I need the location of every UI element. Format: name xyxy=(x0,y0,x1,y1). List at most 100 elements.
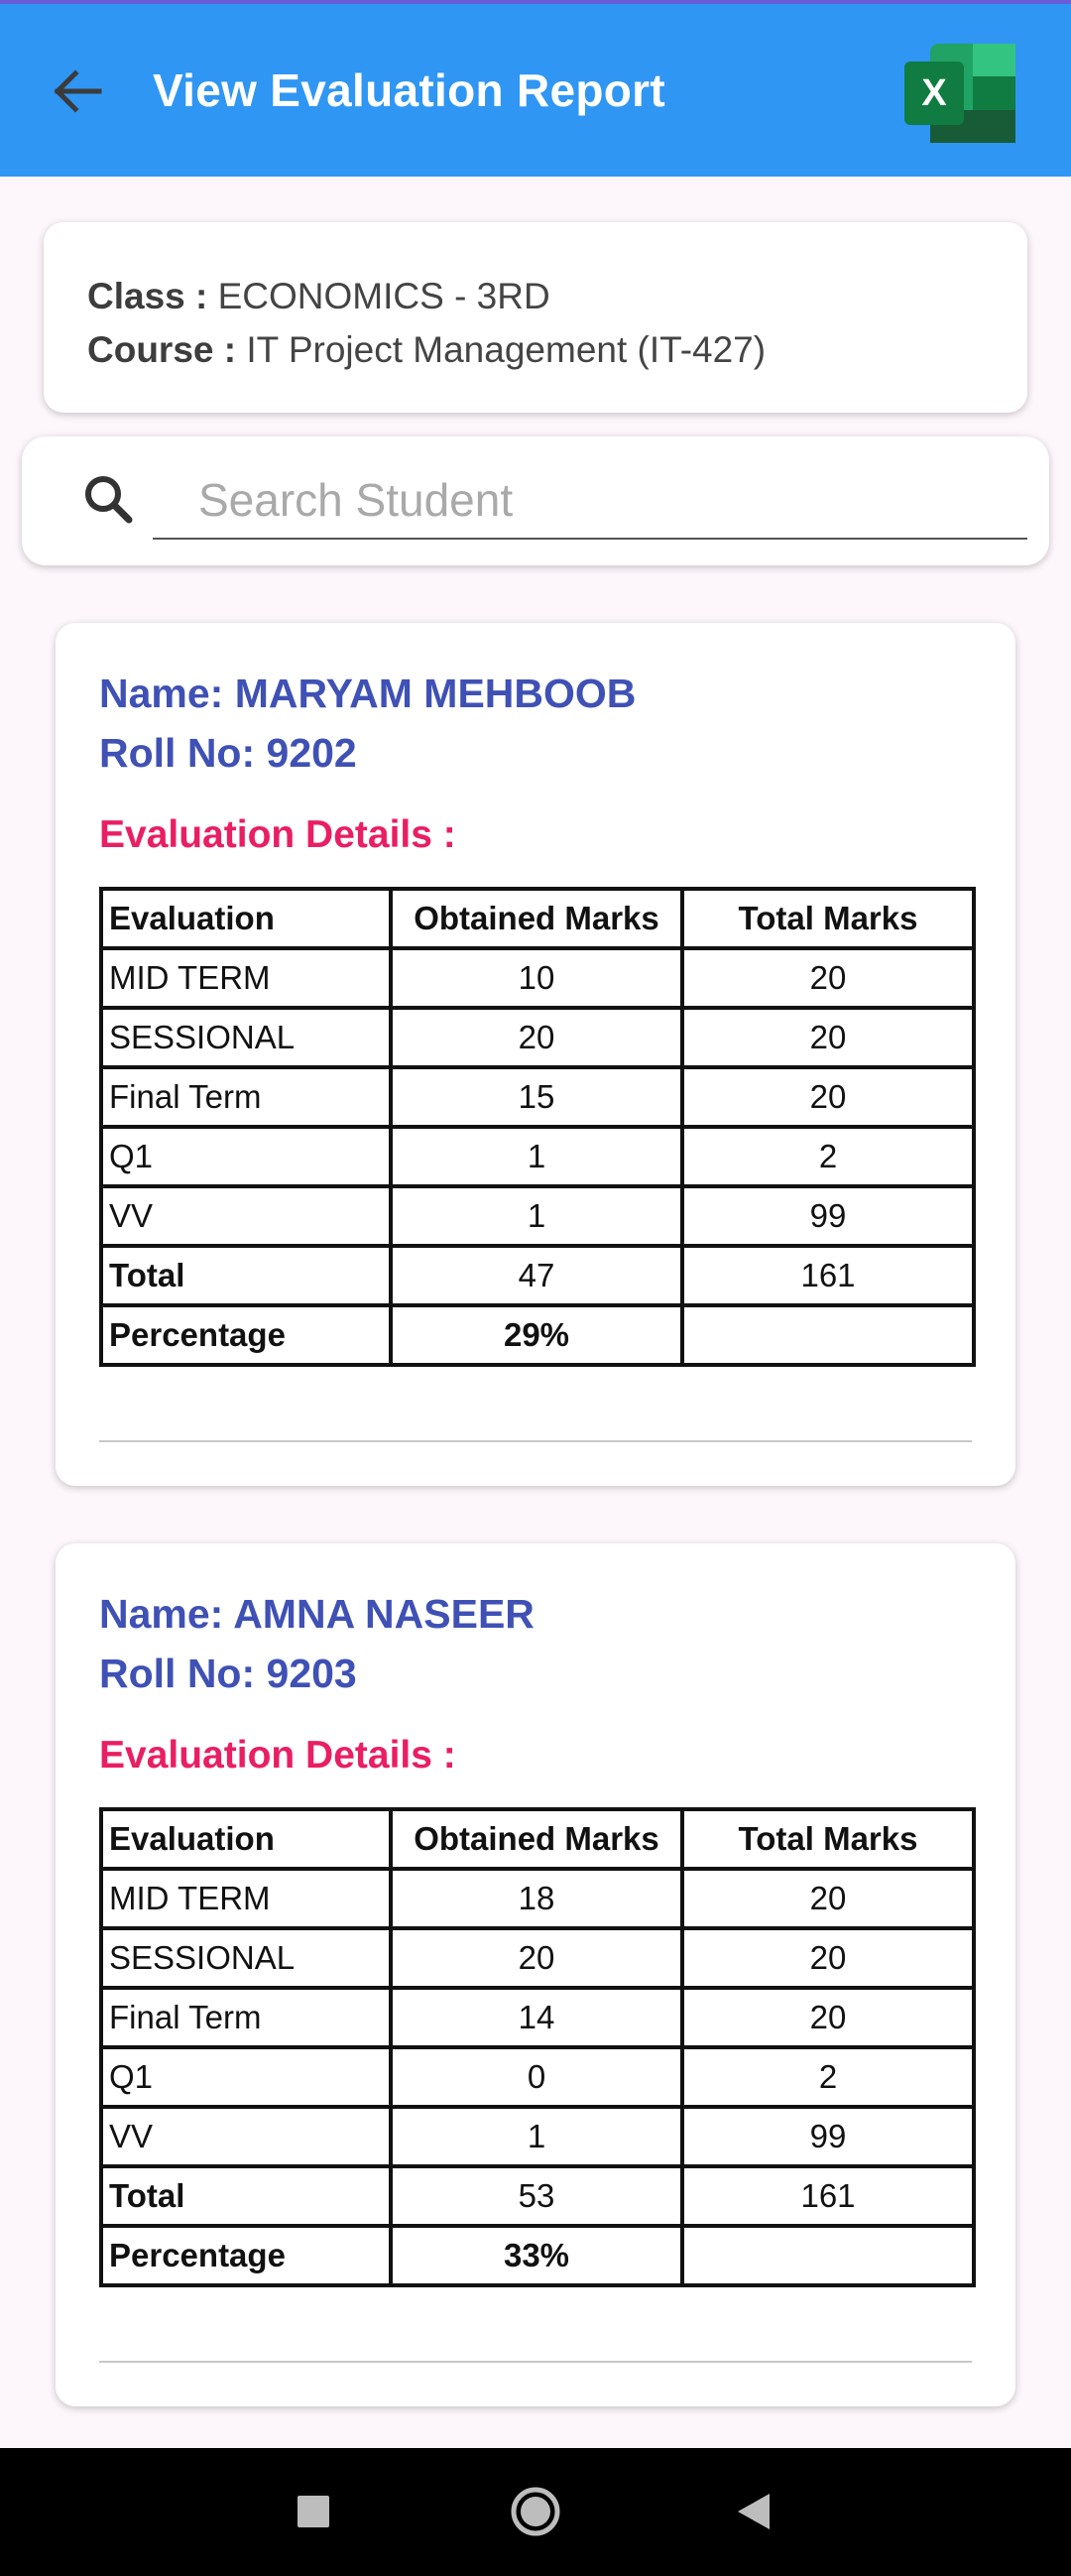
obtained-cell: 20 xyxy=(389,1006,684,1069)
table-row: Q1 0 2 xyxy=(99,2045,976,2109)
total-max: 161 xyxy=(680,2164,976,2228)
evaluation-cell: Q1 xyxy=(99,2045,393,2109)
header-total-marks: Total Marks xyxy=(680,1807,976,1871)
class-label: Class : xyxy=(87,276,208,316)
arrow-left-icon xyxy=(54,69,102,113)
total-cell: 99 xyxy=(680,1184,976,1248)
total-cell: 20 xyxy=(680,1926,976,1990)
header-evaluation: Evaluation xyxy=(99,887,393,950)
obtained-cell: 0 xyxy=(389,2045,684,2109)
evaluation-cell: SESSIONAL xyxy=(99,1006,393,1069)
back-button[interactable] xyxy=(40,52,115,131)
percentage-empty xyxy=(680,1303,976,1367)
student-name: Name: AMNA NASEER xyxy=(99,1591,535,1637)
student-card: Name: AMNA NASEER Roll No: 9203 Evaluati… xyxy=(56,1543,1015,2406)
obtained-cell: 18 xyxy=(389,1867,684,1930)
percentage-value: 29% xyxy=(389,1303,684,1367)
divider xyxy=(99,2361,972,2363)
obtained-cell: 1 xyxy=(389,1125,684,1188)
square-icon xyxy=(298,2496,329,2527)
obtained-cell: 1 xyxy=(389,1184,684,1248)
percentage-row: Percentage 33% xyxy=(99,2224,976,2287)
student-roll-no: Roll No: 9202 xyxy=(99,730,357,776)
table-row: Final Term 14 20 xyxy=(99,1986,976,2049)
evaluation-cell: MID TERM xyxy=(99,946,393,1010)
evaluation-cell: Final Term xyxy=(99,1065,393,1129)
evaluation-cell: Q1 xyxy=(99,1125,393,1188)
total-row: Total 53 161 xyxy=(99,2164,976,2228)
total-cell: 20 xyxy=(680,1006,976,1069)
search-icon xyxy=(77,468,141,532)
page-title: View Evaluation Report xyxy=(153,64,665,116)
total-cell: 20 xyxy=(680,1986,976,2049)
class-value: ECONOMICS - 3RD xyxy=(217,276,550,316)
system-back-button[interactable] xyxy=(718,2476,789,2547)
table-row: SESSIONAL 20 20 xyxy=(99,1006,976,1069)
percentage-row: Percentage 29% xyxy=(99,1303,976,1367)
divider xyxy=(99,1440,972,1442)
student-roll-no: Roll No: 9203 xyxy=(99,1651,357,1696)
obtained-cell: 10 xyxy=(389,946,684,1010)
evaluation-details-heading: Evaluation Details : xyxy=(99,1734,456,1777)
evaluation-cell: MID TERM xyxy=(99,1867,393,1930)
total-obtained: 53 xyxy=(389,2164,684,2228)
circle-home-icon xyxy=(511,2487,560,2536)
table-row: Q1 1 2 xyxy=(99,1125,976,1188)
class-info-card: Class : ECONOMICS - 3RD Course : IT Proj… xyxy=(44,222,1027,413)
table-row: MID TERM 10 20 xyxy=(99,946,976,1010)
course-label: Course : xyxy=(87,329,237,370)
table-row: MID TERM 18 20 xyxy=(99,1867,976,1930)
triangle-back-icon xyxy=(738,2494,770,2529)
excel-icon: X xyxy=(904,44,1015,143)
total-label: Total xyxy=(99,1244,393,1307)
total-cell: 20 xyxy=(680,946,976,1010)
evaluation-details-heading: Evaluation Details : xyxy=(99,813,456,856)
obtained-cell: 20 xyxy=(389,1926,684,1990)
class-line: Class : ECONOMICS - 3RD xyxy=(87,270,984,323)
obtained-cell: 15 xyxy=(389,1065,684,1129)
total-cell: 99 xyxy=(680,2105,976,2168)
total-label: Total xyxy=(99,2164,393,2228)
evaluation-table: Evaluation Obtained Marks Total Marks MI… xyxy=(99,1807,976,2287)
total-row: Total 47 161 xyxy=(99,1244,976,1307)
header-total-marks: Total Marks xyxy=(680,887,976,950)
evaluation-cell: SESSIONAL xyxy=(99,1926,393,1990)
recents-button[interactable] xyxy=(278,2476,349,2547)
table-row: SESSIONAL 20 20 xyxy=(99,1926,976,1990)
table-row: VV 1 99 xyxy=(99,1184,976,1248)
table-row: VV 1 99 xyxy=(99,2105,976,2168)
percentage-value: 33% xyxy=(389,2224,684,2287)
obtained-cell: 14 xyxy=(389,1986,684,2049)
header-evaluation: Evaluation xyxy=(99,1807,393,1871)
student-card: Name: MARYAM MEHBOOB Roll No: 9202 Evalu… xyxy=(56,623,1015,1486)
table-row: Final Term 15 20 xyxy=(99,1065,976,1129)
table-header-row: Evaluation Obtained Marks Total Marks xyxy=(99,1807,976,1871)
evaluation-cell: VV xyxy=(99,1184,393,1248)
total-max: 161 xyxy=(680,1244,976,1307)
table-header-row: Evaluation Obtained Marks Total Marks xyxy=(99,887,976,950)
home-button[interactable] xyxy=(500,2476,571,2547)
total-cell: 20 xyxy=(680,1867,976,1930)
evaluation-table: Evaluation Obtained Marks Total Marks MI… xyxy=(99,887,976,1367)
total-cell: 2 xyxy=(680,2045,976,2109)
search-student-input[interactable] xyxy=(153,462,1027,540)
percentage-label: Percentage xyxy=(99,2224,393,2287)
student-name: Name: MARYAM MEHBOOB xyxy=(99,671,637,716)
percentage-label: Percentage xyxy=(99,1303,393,1367)
percentage-empty xyxy=(680,2224,976,2287)
excel-icon-letter: X xyxy=(921,72,947,114)
course-line: Course : IT Project Management (IT-427) xyxy=(87,323,984,377)
evaluation-cell: VV xyxy=(99,2105,393,2168)
header-obtained-marks: Obtained Marks xyxy=(389,1807,684,1871)
total-cell: 2 xyxy=(680,1125,976,1188)
export-excel-button[interactable]: X xyxy=(904,40,1019,147)
search-bar xyxy=(22,436,1049,565)
app-bar: View Evaluation Report X xyxy=(0,0,1071,177)
evaluation-cell: Final Term xyxy=(99,1986,393,2049)
total-cell: 20 xyxy=(680,1065,976,1129)
system-nav-bar xyxy=(0,2448,1071,2576)
header-obtained-marks: Obtained Marks xyxy=(389,887,684,950)
total-obtained: 47 xyxy=(389,1244,684,1307)
course-value: IT Project Management (IT-427) xyxy=(246,329,767,370)
obtained-cell: 1 xyxy=(389,2105,684,2168)
